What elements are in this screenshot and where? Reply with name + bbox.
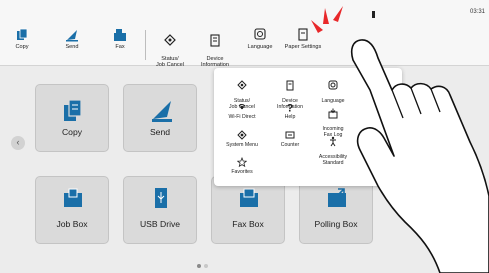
tile-job-box[interactable]: Job Box: [35, 176, 109, 244]
toolbar-device-information-button[interactable]: Device Information: [195, 28, 235, 68]
toolbar-language-button[interactable]: Language: [240, 28, 280, 50]
page-indicator-active: [197, 264, 201, 268]
toolbar-copy-label: Copy: [15, 44, 29, 50]
svg-text:?: ?: [287, 103, 294, 114]
paper-settings-icon: [298, 28, 308, 41]
tile-job-box-label: Job Box: [56, 219, 88, 229]
polling-box-icon: [328, 188, 346, 207]
popup-language[interactable]: Language: [310, 74, 356, 104]
tile-fax-box[interactable]: Fax Box: [211, 176, 285, 244]
tile-fax-box-label: Fax Box: [232, 219, 264, 229]
popup-counter[interactable]: Counter: [267, 130, 313, 148]
popup-wifi-direct[interactable]: Wi-Fi Direct: [219, 102, 265, 120]
popup-favorites[interactable]: Favorites: [219, 157, 265, 175]
popup-help-label: Help: [284, 114, 296, 120]
job-box-icon: [64, 188, 82, 207]
popup-favorites-label: Favorites: [231, 169, 253, 175]
tile-copy[interactable]: Copy: [35, 84, 109, 152]
tile-copy-label: Copy: [61, 127, 83, 137]
popup-wifi-direct-label: Wi-Fi Direct: [228, 114, 256, 120]
tile-send[interactable]: Send: [123, 84, 197, 152]
send-icon: [66, 30, 78, 42]
popup-system-menu[interactable]: System Menu: [219, 130, 265, 148]
device-info-icon: [286, 80, 294, 91]
printer-panel-screen: 03:31 Copy Send Fax Status/ Job Cancel D…: [0, 0, 489, 273]
top-toolbar: Copy Send Fax Status/ Job Cancel Device: [0, 22, 489, 68]
status-bar: 03:31: [0, 0, 489, 22]
language-icon: [254, 28, 266, 40]
toolbar-send-button[interactable]: Send: [60, 28, 84, 50]
previous-page-button[interactable]: ‹: [11, 136, 25, 150]
fax-icon: [114, 29, 126, 41]
send-icon: [152, 101, 172, 122]
tile-usb-drive-label: USB Drive: [139, 219, 181, 229]
usb-drive-icon: [155, 188, 167, 208]
system-menu-icon: [237, 130, 247, 140]
help-icon: ?: [287, 103, 294, 114]
toolbar-status-label: Status/ Job Cancel: [156, 56, 184, 68]
clock: 03:31: [469, 9, 485, 15]
popup-accessibility-standard[interactable]: Accessibility Standard: [310, 130, 356, 166]
device-info-icon: [210, 34, 220, 47]
wifi-direct-icon: [238, 104, 246, 110]
status-icon: [237, 80, 247, 90]
toolbar-status-job-cancel-button[interactable]: Status/ Job Cancel: [150, 28, 190, 68]
copy-icon: [17, 28, 28, 40]
toolbar-fax-button[interactable]: Fax: [108, 28, 132, 50]
toolbar-language-label: Language: [247, 44, 273, 50]
quick-menu-popup: Status/ Job Cancel Device Information La…: [214, 68, 402, 186]
toolbar-divider: [145, 30, 146, 60]
popup-help[interactable]: ? Help: [267, 102, 313, 121]
fax-box-icon: [240, 188, 258, 207]
status-indicator-icon: [372, 11, 375, 18]
popup-counter-label: Counter: [280, 142, 300, 148]
tile-polling-box[interactable]: Polling Box: [299, 176, 373, 244]
incoming-fax-log-icon: [328, 108, 338, 119]
toolbar-paper-settings-label: Paper Settings: [284, 44, 322, 50]
toolbar-device-info-label: Device Information: [201, 56, 229, 68]
status-icon: [164, 34, 176, 46]
page-indicator: [204, 264, 208, 268]
tile-polling-box-label: Polling Box: [314, 219, 358, 229]
accessibility-icon: [330, 136, 336, 147]
toolbar-send-label: Send: [65, 44, 79, 50]
language-icon: [328, 80, 338, 90]
toolbar-fax-label: Fax: [115, 44, 125, 50]
tile-send-label: Send: [149, 127, 171, 137]
toolbar-paper-settings-button[interactable]: Paper Settings: [283, 28, 323, 50]
favorites-icon: [237, 157, 247, 168]
popup-accessibility-label: Accessibility Standard: [318, 154, 348, 166]
toolbar-copy-button[interactable]: Copy: [10, 28, 34, 50]
tile-usb-drive[interactable]: USB Drive: [123, 176, 197, 244]
popup-system-menu-label: System Menu: [226, 142, 258, 148]
copy-icon: [64, 99, 82, 121]
counter-icon: [285, 131, 295, 139]
